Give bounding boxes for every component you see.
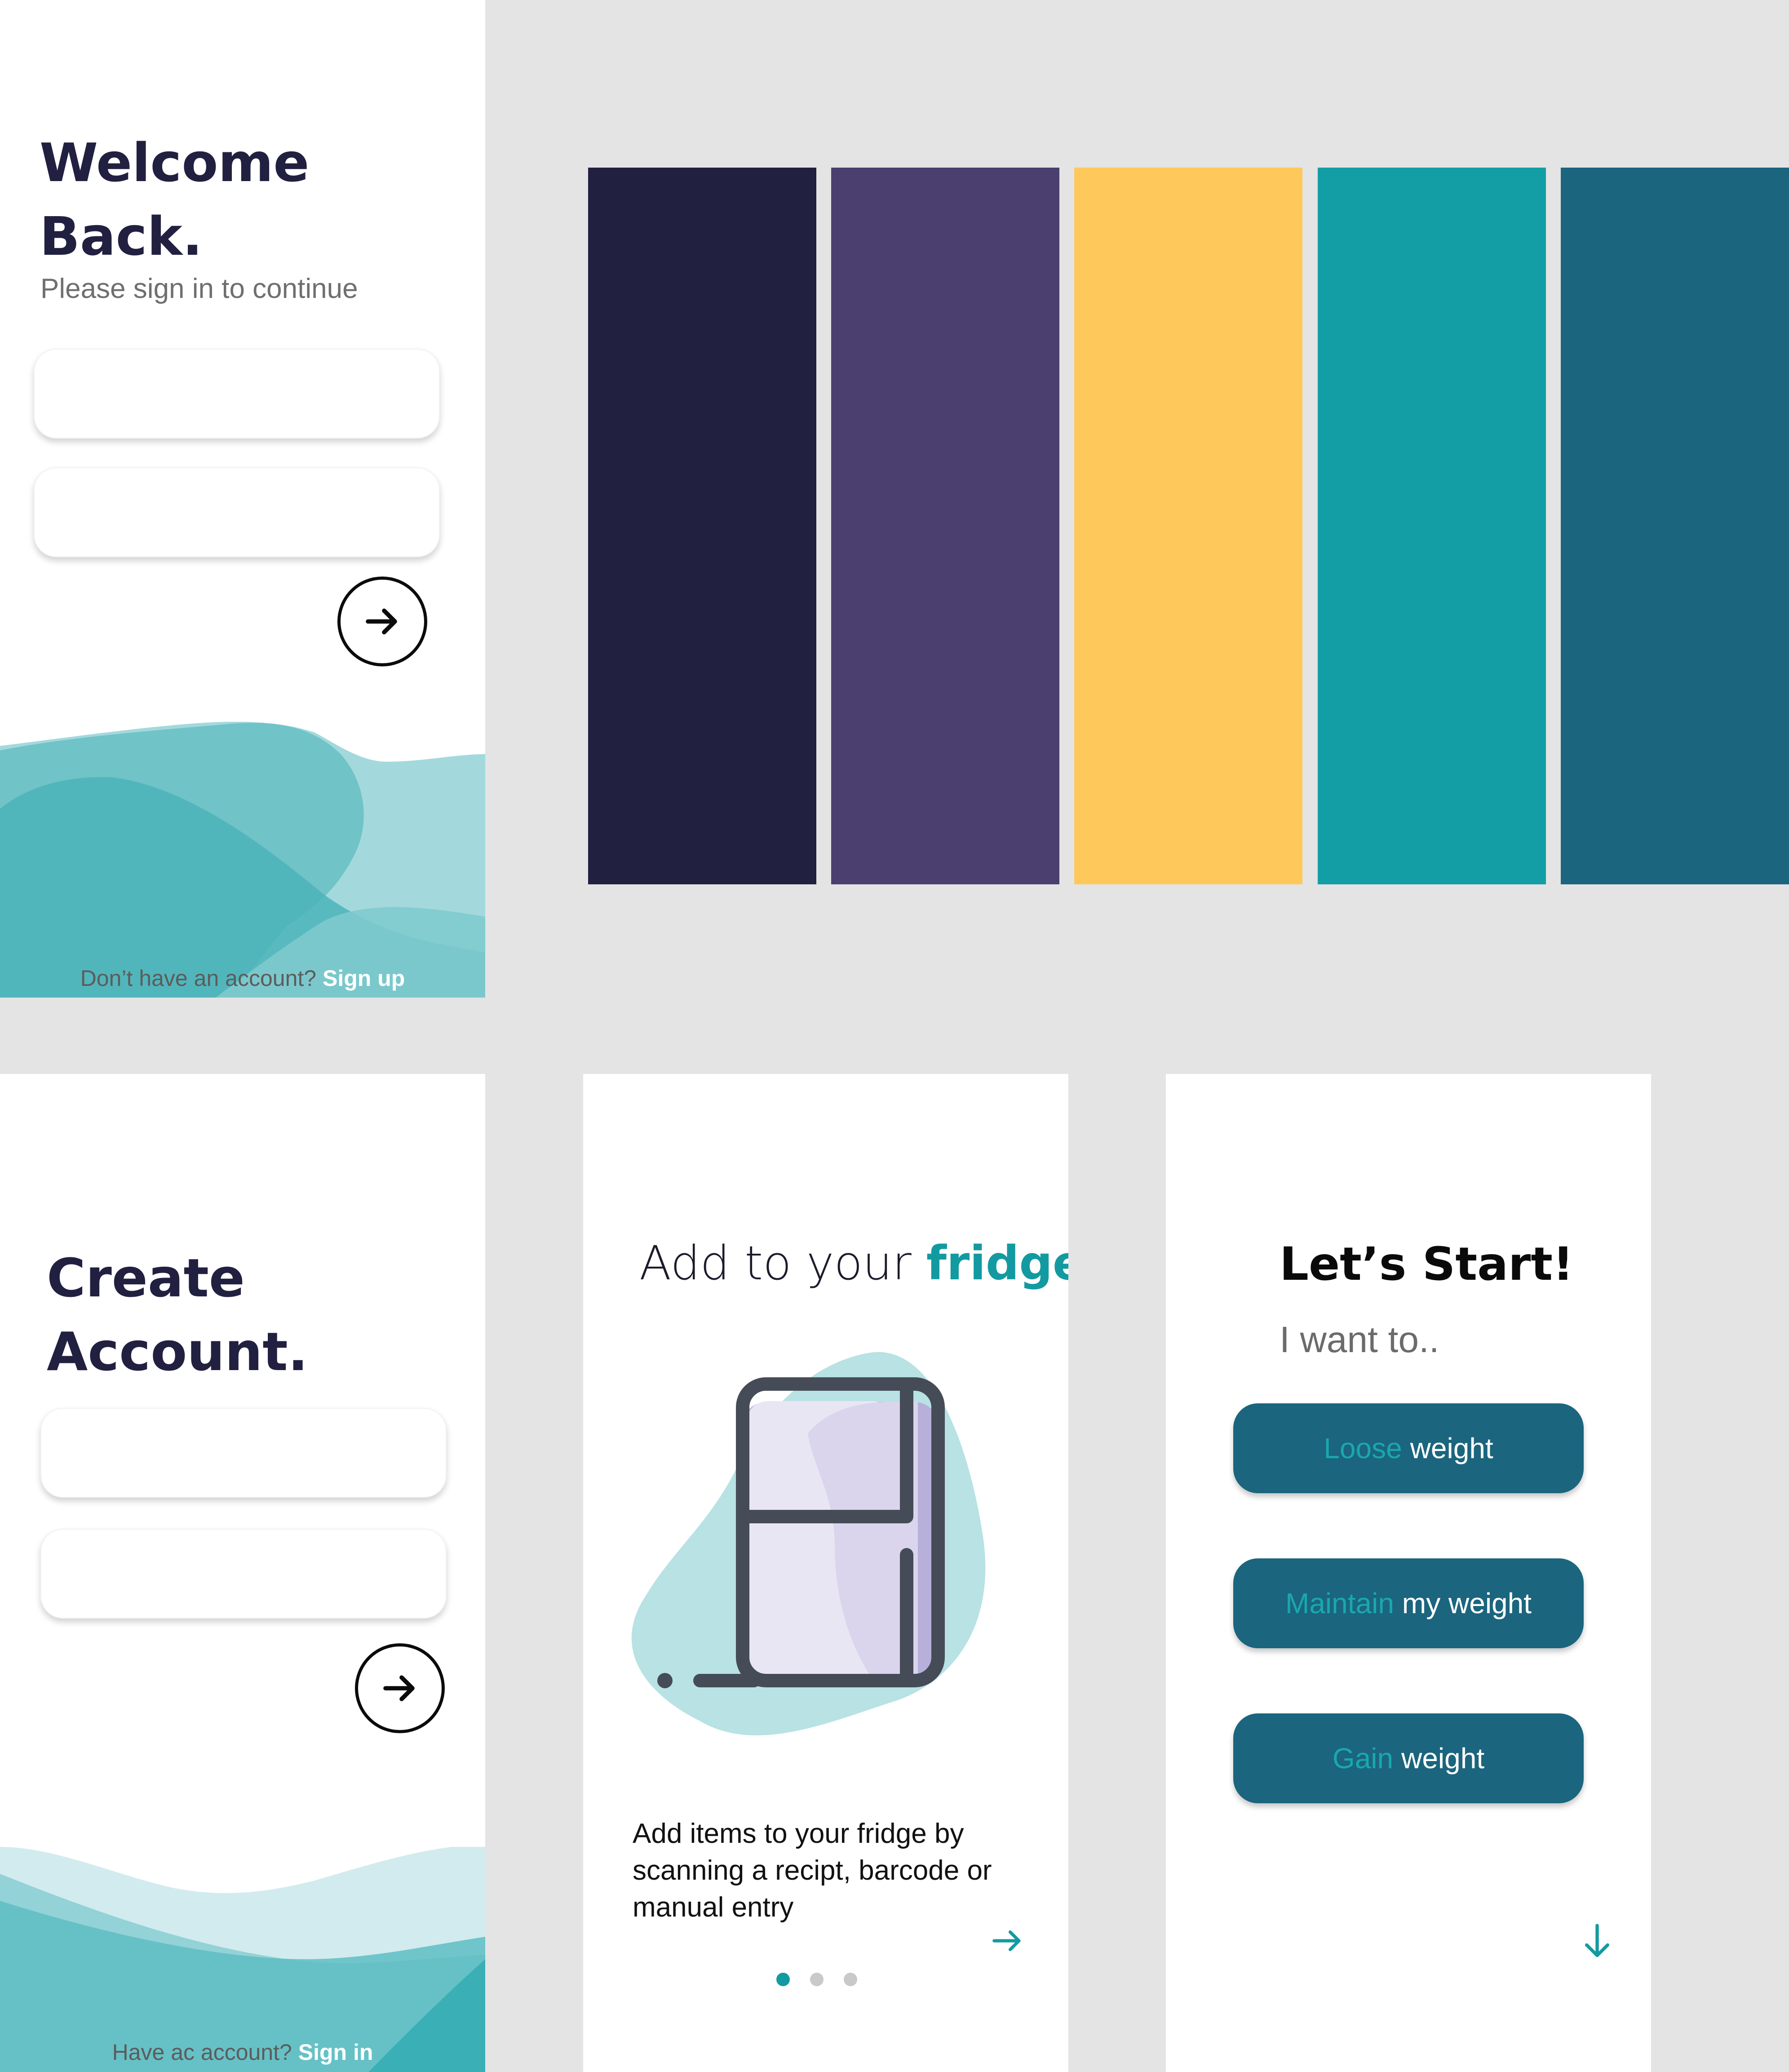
option-highlight: Gain <box>1332 1742 1394 1775</box>
page-dot-1[interactable] <box>776 1973 790 1986</box>
page-title: Add to your fridge <box>639 1236 1068 1291</box>
option-highlight: Maintain <box>1285 1587 1394 1619</box>
option-text: my weight <box>1402 1587 1532 1619</box>
fridge-icon <box>631 1352 986 1735</box>
decorative-wave <box>0 1845 485 2072</box>
arrow-right-icon <box>366 608 397 634</box>
decorative-wave <box>0 719 485 998</box>
page-subtitle: I want to.. <box>1280 1319 1439 1360</box>
sign-up-link[interactable]: Sign up <box>323 966 405 991</box>
sign-in-prompt-text: Have ac account? <box>112 2040 292 2065</box>
option-text: weight <box>1401 1742 1485 1775</box>
swatch-dark-navy <box>588 168 816 884</box>
password-field[interactable] <box>34 467 440 557</box>
password-field[interactable] <box>40 1529 447 1619</box>
create-account-submit-button[interactable] <box>355 1643 445 1733</box>
title-text: Add to your <box>639 1236 912 1291</box>
title-highlight: fridge <box>926 1236 1068 1291</box>
option-highlight: Loose <box>1324 1432 1402 1464</box>
swatch-yellow <box>1074 168 1302 884</box>
option-text: weight <box>1410 1432 1493 1464</box>
sign-in-prompt: Have ac account? Sign in <box>0 2039 485 2065</box>
goal-option-lose-weight[interactable]: Loose weight <box>1233 1403 1584 1493</box>
goal-option-maintain-weight[interactable]: Maintain my weight <box>1233 1558 1584 1648</box>
fridge-illustration <box>619 1335 1032 1748</box>
swatch-teal <box>1318 168 1546 884</box>
page-subtitle: Please sign in to continue <box>40 273 358 304</box>
swatch-dark-teal <box>1561 168 1789 884</box>
arrow-down-icon <box>1585 1924 1609 1957</box>
page-title: Create Account. <box>47 1247 308 1383</box>
goal-option-gain-weight[interactable]: Gain weight <box>1233 1713 1584 1803</box>
arrow-right-icon <box>383 1675 415 1701</box>
next-button[interactable] <box>990 1923 1025 1961</box>
page-title: Welcome Back. <box>40 132 310 267</box>
sign-in-screen: Welcome Back. Please sign in to continue… <box>0 0 485 998</box>
page-dot-3[interactable] <box>844 1973 857 1986</box>
sign-up-prompt-text: Don’t have an account? <box>80 966 317 991</box>
email-field[interactable] <box>34 349 440 439</box>
goal-selection-screen: Let’s Start! I want to.. Loose weight Mai… <box>1166 1074 1651 2072</box>
sign-in-link[interactable]: Sign in <box>298 2040 373 2065</box>
feature-description: Add items to your fridge by scanning a r… <box>633 1818 992 1923</box>
swatch-purple <box>831 168 1059 884</box>
page-title: Let’s Start! <box>1280 1238 1574 1291</box>
page-dot-2[interactable] <box>810 1973 824 1986</box>
sign-up-prompt: Don’t have an account? Sign up <box>0 965 485 991</box>
arrow-right-icon <box>992 1930 1021 1952</box>
email-field[interactable] <box>40 1408 447 1498</box>
sign-in-submit-button[interactable] <box>337 577 427 666</box>
scroll-down-button[interactable] <box>1579 1921 1615 1964</box>
fridge-onboarding-screen: Add to your fridge Add items to your fri… <box>583 1074 1068 2072</box>
create-account-screen: Create Account. Have ac account? Sign in <box>0 1074 485 2072</box>
